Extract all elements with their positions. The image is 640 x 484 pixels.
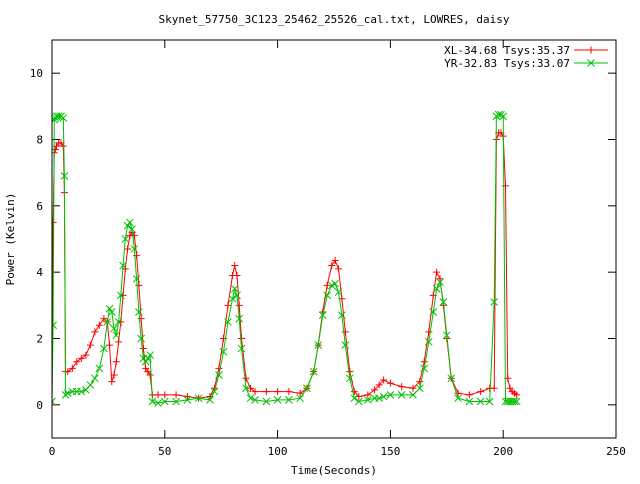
x-tick-label: 100 (268, 445, 288, 458)
chart-title: Skynet_57750_3C123_25462_25526_cal.txt, … (159, 13, 510, 26)
chart-svg: Skynet_57750_3C123_25462_25526_cal.txt, … (0, 0, 640, 480)
x-tick-label: 50 (158, 445, 171, 458)
x-tick-label: 0 (49, 445, 56, 458)
y-axis-label: Power (Kelvin) (4, 193, 17, 286)
x-tick-label: 200 (493, 445, 513, 458)
legend-label: XL-34.68 Tsys:35.37 (444, 44, 570, 57)
chart-background (0, 0, 640, 480)
y-tick-label: 0 (36, 399, 43, 412)
y-tick-label: 8 (36, 134, 43, 147)
chart-root: Skynet_57750_3C123_25462_25526_cal.txt, … (0, 0, 640, 480)
x-axis-label: Time(Seconds) (291, 464, 377, 477)
legend-label: YR-32.83 Tsys:33.07 (444, 57, 570, 70)
y-tick-label: 10 (30, 67, 43, 80)
x-tick-label: 150 (380, 445, 400, 458)
x-tick-label: 250 (606, 445, 626, 458)
y-tick-label: 2 (36, 333, 43, 346)
y-tick-label: 4 (36, 266, 43, 279)
y-tick-label: 6 (36, 200, 43, 213)
